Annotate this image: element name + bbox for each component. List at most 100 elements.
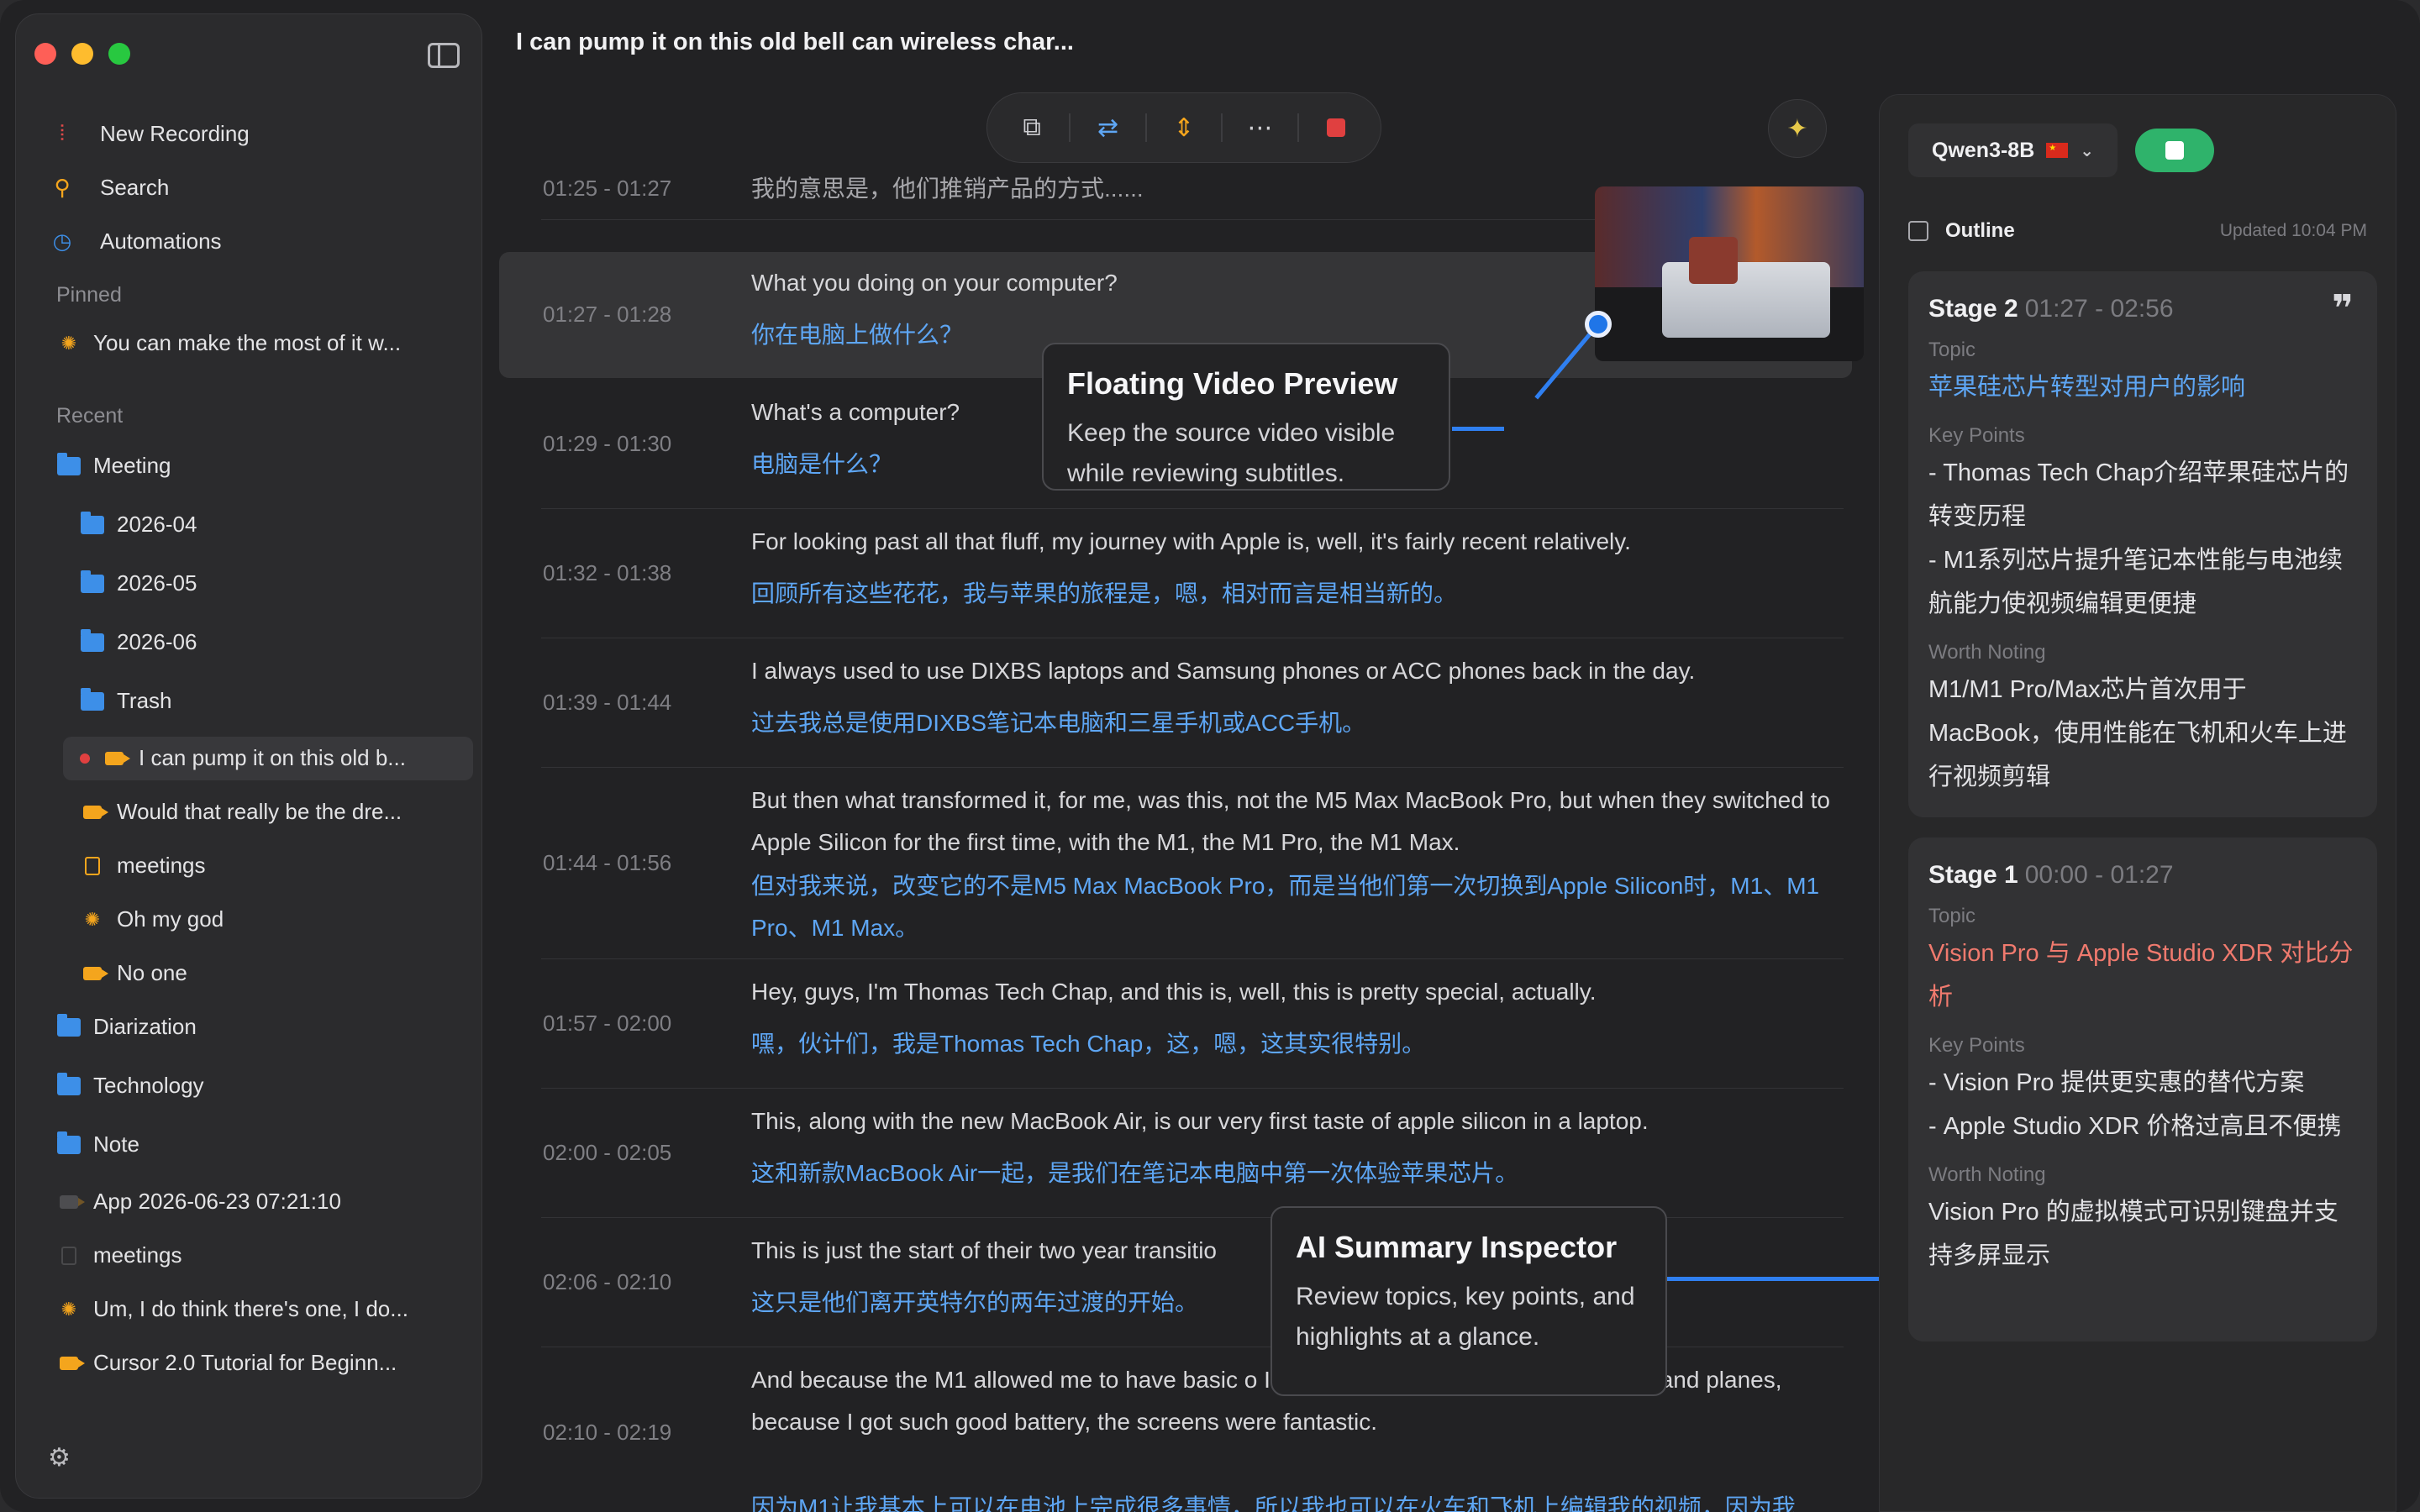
- callout-body: Review topics, key points, and highlight…: [1296, 1283, 1635, 1351]
- chevron-down-icon: ⌄: [2080, 141, 2095, 160]
- transcript-segment[interactable]: 01:44 - 01:56 But then what transformed i…: [499, 769, 1852, 959]
- settings-gear-icon[interactable]: ⚙: [48, 1443, 71, 1473]
- recording-noone[interactable]: No one: [80, 960, 187, 986]
- stage-keypoints: - Vision Pro 提供更实惠的替代方案 - Apple Studio X…: [1928, 1069, 2342, 1140]
- more-icon[interactable]: ⋯: [1241, 109, 1278, 146]
- page-title: I can pump it on this old bell can wirel…: [516, 29, 1074, 55]
- connector-node: [1585, 311, 1612, 338]
- stage-card[interactable]: Stage 1 00:00 - 01:27 Topic Vision Pro 与 …: [1908, 837, 2377, 1341]
- picture-in-picture-icon[interactable]: ⧉: [1013, 109, 1050, 146]
- recording-current[interactable]: I can pump it on this old b...: [80, 745, 406, 771]
- transcript-segment[interactable]: 01:39 - 01:44 I always used to use DIXBS …: [499, 640, 1852, 768]
- folder-diarization[interactable]: Diarization: [56, 1013, 197, 1040]
- pinned-item-label: You can make the most of it w...: [93, 330, 402, 355]
- folder-label: 2026-05: [117, 570, 197, 596]
- waveform-icon: ✺: [84, 908, 101, 930]
- model-name: Qwen3-8B: [1932, 138, 2035, 162]
- maximize-window-button[interactable]: [108, 43, 130, 65]
- folder-icon: [80, 628, 105, 654]
- segment-timestamp[interactable]: 02:10 - 02:19: [543, 1420, 671, 1446]
- nav-search[interactable]: ⚲ Search: [50, 160, 465, 214]
- nav-new-recording[interactable]: ⦙ New Recording: [50, 107, 465, 160]
- segment-translation-text: 嘿，伙计们，我是Thomas Tech Chap，这，嗯，这其实很特别。: [751, 1031, 1426, 1057]
- recording-would[interactable]: Would that really be the dre...: [80, 799, 402, 825]
- segment-timestamp[interactable]: 01:32 - 01:38: [543, 560, 671, 586]
- translate-icon[interactable]: ⇄: [1090, 109, 1127, 146]
- waveform-icon: ✺: [60, 1298, 77, 1320]
- model-selector[interactable]: Qwen3-8B ⌄: [1908, 123, 2118, 177]
- inspector-callout: AI Summary Inspector Review topics, key …: [1270, 1206, 1667, 1396]
- floating-video-preview[interactable]: [1595, 186, 1864, 361]
- stage-topic: 苹果硅芯片转型对用户的影响: [1928, 374, 2246, 401]
- folder-meeting[interactable]: Meeting: [56, 452, 171, 479]
- outline-header: Outline Updated 10:04 PM: [1908, 219, 2367, 243]
- stage-header: Stage 1 00:00 - 01:27: [1928, 861, 2357, 890]
- keypoints-label: Key Points: [1928, 1034, 2025, 1057]
- segment-timestamp[interactable]: 01:57 - 02:00: [543, 1011, 671, 1037]
- nav-automations[interactable]: ◷ Automations: [50, 214, 465, 268]
- segment-source-text: This, along with the new MacBook Air, is…: [751, 1108, 1649, 1134]
- topic-label: Topic: [1928, 339, 1976, 361]
- video-icon: [102, 748, 130, 769]
- segment-timestamp[interactable]: 01:25 - 01:27: [543, 176, 671, 202]
- transcript-segment[interactable]: 02:00 - 02:05 This, along with the new Ma…: [499, 1090, 1852, 1218]
- folder-label: Trash: [117, 688, 172, 713]
- segment-divider: [541, 958, 1844, 959]
- recording-cursor[interactable]: Cursor 2.0 Tutorial for Beginn...: [56, 1350, 397, 1376]
- sparkle-icon: ✦: [1786, 114, 1808, 143]
- segment-timestamp[interactable]: 01:44 - 01:56: [543, 850, 671, 876]
- video-icon: [80, 963, 108, 984]
- recording-um[interactable]: ✺ Um, I do think there's one, I do...: [56, 1296, 408, 1322]
- folder-icon: [80, 511, 105, 536]
- recording-app[interactable]: App 2026-06-23 07:21:10: [56, 1189, 341, 1215]
- segment-timestamp[interactable]: 01:39 - 01:44: [543, 690, 671, 716]
- folder-technology[interactable]: Technology: [56, 1072, 204, 1099]
- recording-label: Cursor 2.0 Tutorial for Beginn...: [93, 1350, 397, 1375]
- stage-keypoints: - Thomas Tech Chap介绍苹果硅芯片的转变历程 - M1系列芯片提…: [1928, 459, 2349, 617]
- segment-translation-text: 但对我来说，改变它的不是M5 Max MacBook Pro，而是当他们第一次切…: [751, 873, 1820, 941]
- segment-timestamp[interactable]: 02:00 - 02:05: [543, 1140, 671, 1166]
- toolbar-divider: [1297, 113, 1299, 142]
- topic-label: Topic: [1928, 905, 1976, 927]
- video-icon: [56, 1352, 85, 1374]
- folder-note[interactable]: Note: [56, 1131, 139, 1158]
- recording-omg[interactable]: ✺ Oh my god: [80, 906, 224, 932]
- folder-2026-06[interactable]: 2026-06: [80, 628, 197, 655]
- outline-icon: [1908, 221, 1928, 241]
- sidebar-nav: ⦙ New Recording ⚲ Search ◷ Automations: [50, 107, 465, 268]
- china-flag-icon: [2046, 143, 2069, 158]
- note-meetings-2[interactable]: meetings: [56, 1242, 182, 1268]
- recording-label: Oh my god: [117, 906, 224, 932]
- recording-label: No one: [117, 960, 187, 985]
- sidebar-toggle-icon[interactable]: [428, 43, 460, 68]
- folder-label: Technology: [93, 1073, 204, 1098]
- segment-timestamp[interactable]: 02:06 - 02:10: [543, 1269, 671, 1295]
- pinned-item[interactable]: ✺ You can make the most of it w...: [56, 330, 401, 356]
- ai-sparkle-button[interactable]: ✦: [1768, 99, 1827, 158]
- video-frame-device: [1662, 262, 1830, 338]
- folder-2026-04[interactable]: 2026-04: [80, 511, 197, 538]
- align-icon[interactable]: ⇕: [1165, 109, 1202, 146]
- stage-card[interactable]: Stage 2 01:27 - 02:56 ❞ Topic 苹果硅芯片转型对用户的…: [1908, 271, 2377, 817]
- folder-trash[interactable]: Trash: [80, 687, 172, 714]
- close-window-button[interactable]: [34, 43, 56, 65]
- stage-header: Stage 2 01:27 - 02:56: [1928, 295, 2357, 323]
- note-meetings[interactable]: meetings: [80, 853, 206, 879]
- document-icon: [80, 855, 105, 877]
- quote-icon[interactable]: ❞: [2332, 291, 2354, 328]
- recording-label: I can pump it on this old b...: [139, 745, 406, 770]
- worth-label: Worth Noting: [1928, 641, 2046, 664]
- recording-toggle[interactable]: [2135, 129, 2214, 172]
- minimize-window-button[interactable]: [71, 43, 93, 65]
- transcript-segment[interactable]: 01:57 - 02:00 Hey, guys, I'm Thomas Tech …: [499, 961, 1852, 1089]
- segment-divider: [541, 767, 1844, 768]
- folder-label: 2026-06: [117, 629, 197, 654]
- segment-timestamp[interactable]: 01:27 - 01:28: [543, 302, 671, 328]
- stop-recording-button[interactable]: [1318, 109, 1355, 146]
- callout-title: AI Summary Inspector: [1296, 1230, 1618, 1264]
- segment-translation-text: 这和新款MacBook Air一起，是我们在笔记本电脑中第一次体验苹果芯片。: [751, 1160, 1519, 1186]
- app-window: ⦙ New Recording ⚲ Search ◷ Automations P…: [0, 0, 2420, 1512]
- transcript-segment[interactable]: 01:32 - 01:38 For looking past all that f…: [499, 511, 1852, 638]
- folder-2026-05[interactable]: 2026-05: [80, 570, 197, 596]
- segment-timestamp[interactable]: 01:29 - 01:30: [543, 431, 671, 457]
